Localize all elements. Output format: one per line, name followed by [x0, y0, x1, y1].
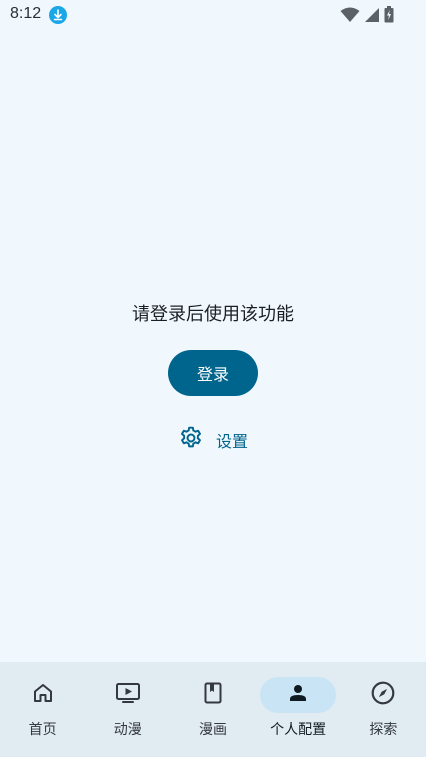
person-icon: [286, 681, 310, 709]
status-time: 8:12: [10, 5, 42, 22]
signal-icon: [364, 7, 380, 27]
nav-item-comics[interactable]: 漫画: [170, 662, 255, 757]
nav-pill: [5, 677, 81, 713]
battery-charging-icon: [384, 6, 394, 27]
play-screen-icon: [115, 681, 141, 709]
nav-pill-active: [260, 677, 337, 713]
login-button-label: 登录: [196, 367, 229, 384]
home-icon: [31, 681, 55, 709]
wifi-icon: [340, 7, 360, 27]
login-button[interactable]: 登录: [168, 350, 258, 396]
nav-item-explore[interactable]: 探索: [341, 662, 426, 757]
nav-pill: [175, 677, 251, 713]
status-bar: 8:12: [0, 0, 426, 30]
nav-item-profile[interactable]: 个人配置: [256, 662, 341, 757]
nav-item-home[interactable]: 首页: [0, 662, 85, 757]
status-icons: [340, 6, 394, 27]
nav-label-anime: 动漫: [113, 722, 142, 738]
login-prompt-text: 请登录后使用该功能: [132, 304, 294, 325]
settings-button[interactable]: 设置: [178, 425, 248, 455]
nav-label-profile: 个人配置: [270, 722, 327, 738]
nav-label-explore: 探索: [369, 722, 398, 738]
nav-label-comics: 漫画: [198, 722, 227, 738]
main-content: 请登录后使用该功能 登录 设置: [0, 30, 426, 662]
nav-item-anime[interactable]: 动漫: [85, 662, 170, 757]
nav-pill: [345, 677, 421, 713]
download-icon: [49, 6, 67, 24]
book-icon: [201, 681, 225, 709]
compass-icon: [370, 680, 396, 710]
nav-label-home: 首页: [28, 722, 57, 738]
bottom-navigation: 首页 动漫 漫画 个人配置 探索: [0, 662, 426, 757]
gear-icon: [178, 425, 204, 455]
settings-label: 设置: [216, 432, 249, 451]
nav-pill: [90, 677, 166, 713]
